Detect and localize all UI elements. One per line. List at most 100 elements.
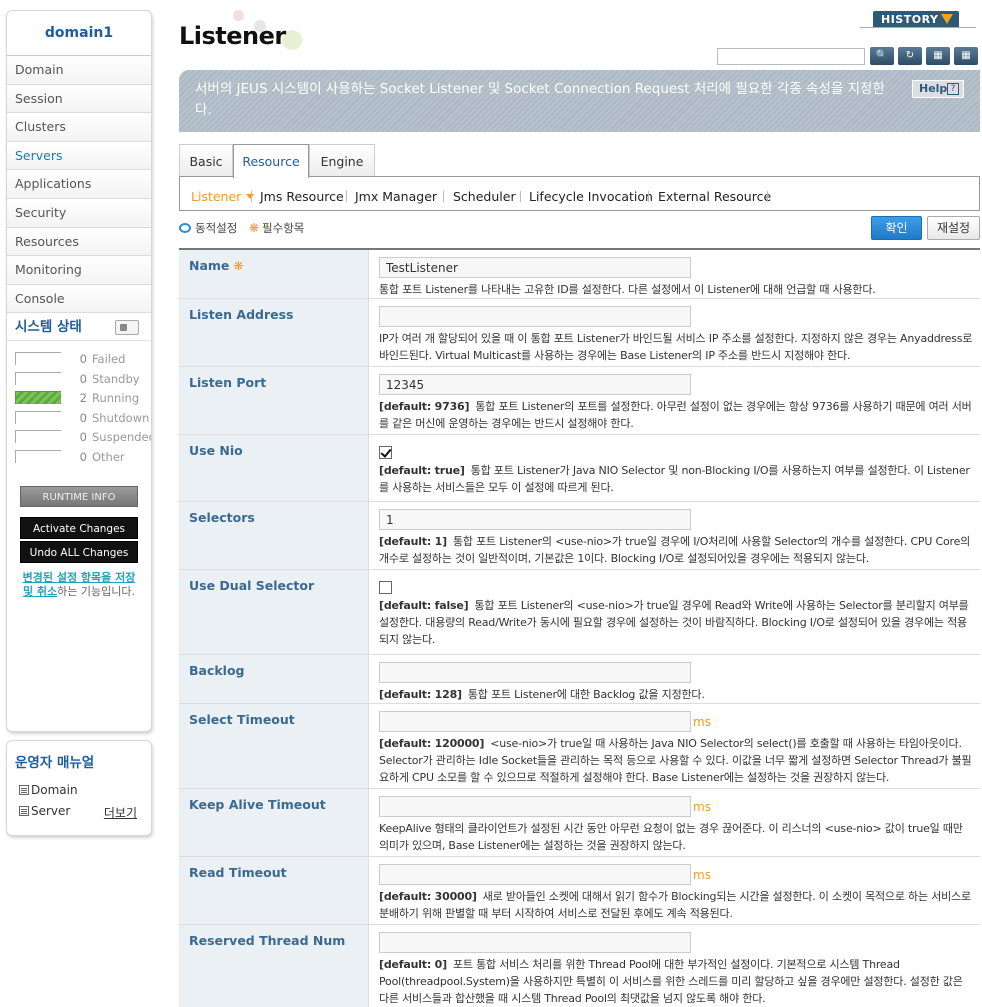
field-description: [default: 9736] 통합 포트 Listener의 포트를 설정한다.… <box>379 398 974 432</box>
field-label-reserved-thread-num: Reserved Thread Num <box>179 925 368 1007</box>
field-description: [default: 30000] 새로 받아들인 소켓에 대해서 읽기 함수가 B… <box>379 888 974 922</box>
nav-list: Domain Session Clusters Servers Applications… <box>7 56 151 314</box>
more-link[interactable]: 더보기 <box>104 804 137 821</box>
reset-button[interactable]: 재설정 <box>927 216 980 240</box>
subtab-jmx-manager[interactable]: Jmx Manager <box>355 189 437 204</box>
field-label-select-timeout: Select Timeout <box>179 704 368 788</box>
activate-changes-button[interactable]: Activate Changes <box>20 517 138 540</box>
field-label-listen-address: Listen Address <box>179 299 368 366</box>
name-input[interactable] <box>379 257 691 278</box>
manual-item-domain[interactable]: Domain <box>15 783 143 804</box>
field-description: [default: 128] 통합 포트 Listener에 대한 Backlog… <box>379 686 974 703</box>
confirm-button[interactable]: 확인 <box>871 216 922 240</box>
required-icon: ❋ <box>248 221 260 235</box>
field-body-keep-alive-timeout: ms KeepAlive 형태의 클라이언트가 설정된 시간 동안 아무런 요청이… <box>368 789 980 861</box>
form-row-listen-port: Listen Port [default: 9736]통합 포트 Listener… <box>179 367 980 439</box>
reserved-thread-num-input[interactable] <box>379 932 691 953</box>
subtab-separator <box>251 191 252 202</box>
field-body-use-dual-selector: [default: false] 통합 포트 Listener의 <use-nio… <box>368 570 980 655</box>
description-text: IP가 여러 개 할당되어 있을 때 이 통합 포트 Listener가 바인드… <box>379 332 973 362</box>
selectors-input[interactable] <box>379 509 691 530</box>
tab-basic[interactable]: Basic <box>179 144 233 177</box>
form-row-use-dual-selector: Use Dual Selector [default: false] 통합 포트 L… <box>179 570 980 655</box>
help-button[interactable]: Help? <box>912 80 964 98</box>
page-description: 서버의 JEUS 시스템이 사용하는 Socket Listener 및 Soc… <box>195 81 885 118</box>
runtime-info-button[interactable]: RUNTIME INFO <box>20 486 138 508</box>
tab-resource[interactable]: Resource <box>233 144 309 178</box>
sidebar-item-clusters[interactable]: Clusters <box>7 113 151 142</box>
sidebar-item-monitoring[interactable]: Monitoring <box>7 256 151 285</box>
field-body-selectors: [default: 1]통합 포트 Listener의 <use-nio>가 t… <box>368 502 980 574</box>
field-label-keep-alive-timeout: Keep Alive Timeout <box>179 789 368 856</box>
status-row-suspended: 0 Suspended <box>15 427 151 447</box>
field-body-reserved-thread-num: [default: 0] 포트 통합 서비스 처리를 위한 Thread Pool… <box>368 925 980 1007</box>
description-text: KeepAlive 형태의 클라이언트가 설정된 시간 동안 아무런 요청이 없… <box>379 822 963 852</box>
sidebar-item-resources[interactable]: Resources <box>7 227 151 257</box>
tab-engine[interactable]: Engine <box>309 144 375 177</box>
required-icon: ❋ <box>233 259 244 273</box>
status-bar <box>15 430 61 444</box>
sidebar-item-session[interactable]: Session <box>7 84 151 114</box>
subtab-external-resource[interactable]: External Resource <box>658 189 771 204</box>
subtab-scheduler[interactable]: Scheduler <box>453 189 516 204</box>
legend: 동적설정 ❋ 필수항목 <box>179 220 304 236</box>
subtab-separator <box>767 191 768 202</box>
system-status-header: 시스템 상태 <box>7 313 151 342</box>
subtab-listener[interactable]: Listener <box>191 189 255 204</box>
decor-dot <box>233 10 244 21</box>
history-button[interactable]: HISTORY <box>873 11 959 28</box>
field-control <box>379 374 974 395</box>
status-label: Suspended <box>92 430 152 445</box>
subtab-lifecycle-invocation[interactable]: Lifecycle Invocation <box>529 189 653 204</box>
legend-dynamic: 동적설정 <box>195 221 238 235</box>
sidebar-item-servers[interactable]: Servers <box>7 141 151 171</box>
undo-all-changes-button[interactable]: Undo ALL Changes <box>20 541 138 564</box>
status-label: Standby <box>92 371 140 386</box>
manual-item-server[interactable]: Server 더보기 <box>15 804 143 825</box>
export-xml-icon[interactable]: ▦ <box>926 47 950 65</box>
status-bar <box>15 371 61 385</box>
sidebar-item-security[interactable]: Security <box>7 198 151 228</box>
sidebar-item-domain[interactable]: Domain <box>7 56 151 85</box>
listen-address-input[interactable] <box>379 306 691 327</box>
field-body-name: 통합 포트 Listener를 나타내는 고유한 ID를 설정한다. 다른 설정… <box>368 250 980 305</box>
refresh-icon[interactable]: ↻ <box>898 47 922 65</box>
document-icon <box>19 806 29 816</box>
field-label-selectors: Selectors <box>179 502 368 569</box>
field-body-backlog: [default: 128] 통합 포트 Listener에 대한 Backlog… <box>368 655 980 710</box>
import-xml-icon[interactable]: ▦ <box>954 47 978 65</box>
sidebar: domain1 Domain Session Clusters Servers Appl… <box>6 10 152 836</box>
use-nio-checkbox[interactable] <box>379 446 392 459</box>
default-value: [default: false] <box>379 599 469 612</box>
use-dual-selector-checkbox[interactable] <box>379 581 392 594</box>
domain-title[interactable]: domain1 <box>7 11 151 56</box>
status-count: 0 <box>79 371 87 386</box>
keep-alive-timeout-input[interactable] <box>379 796 691 817</box>
default-value: [default: 0] <box>379 958 447 971</box>
status-bar <box>15 449 61 463</box>
sidebar-item-applications[interactable]: Applications <box>7 170 151 199</box>
manual-panel: 운영자 매뉴얼 Domain Server 더보기 <box>6 740 152 836</box>
field-label-use-dual-selector: Use Dual Selector <box>179 570 368 654</box>
field-label-text: Listen Port <box>189 375 267 390</box>
field-label-text: Read Timeout <box>189 865 287 880</box>
read-timeout-input[interactable] <box>379 864 691 885</box>
select-timeout-input[interactable] <box>379 711 691 732</box>
monitor-icon[interactable] <box>115 320 139 336</box>
field-label-text: Selectors <box>189 510 255 525</box>
search-icon[interactable]: 🔍 <box>870 47 894 65</box>
field-description: [default: 120000] <use-nio>가 true일 때 사용하는… <box>379 735 974 786</box>
dynamic-config-icon <box>179 223 191 233</box>
status-count: 0 <box>79 410 87 425</box>
backlog-input[interactable] <box>379 662 691 683</box>
subtab-bar: Listener Jms Resource Jmx Manager Schedu… <box>179 176 980 211</box>
listen-port-input[interactable] <box>379 374 691 395</box>
sidebar-item-console[interactable]: Console <box>7 284 151 314</box>
change-actions-note: 변경된 설정 항목을 저장 및 취소하는 기능입니다. <box>7 565 151 609</box>
subtab-jms-resource[interactable]: Jms Resource <box>260 189 344 204</box>
unit-label: ms <box>693 714 711 729</box>
search-input[interactable] <box>717 48 865 65</box>
default-value: [default: 120000] <box>379 737 485 750</box>
form-row-name: Name❋ 통합 포트 Listener를 나타내는 고유한 ID를 설정한다. … <box>179 250 980 305</box>
field-body-listen-port: [default: 9736]통합 포트 Listener의 포트를 설정한다.… <box>368 367 980 439</box>
